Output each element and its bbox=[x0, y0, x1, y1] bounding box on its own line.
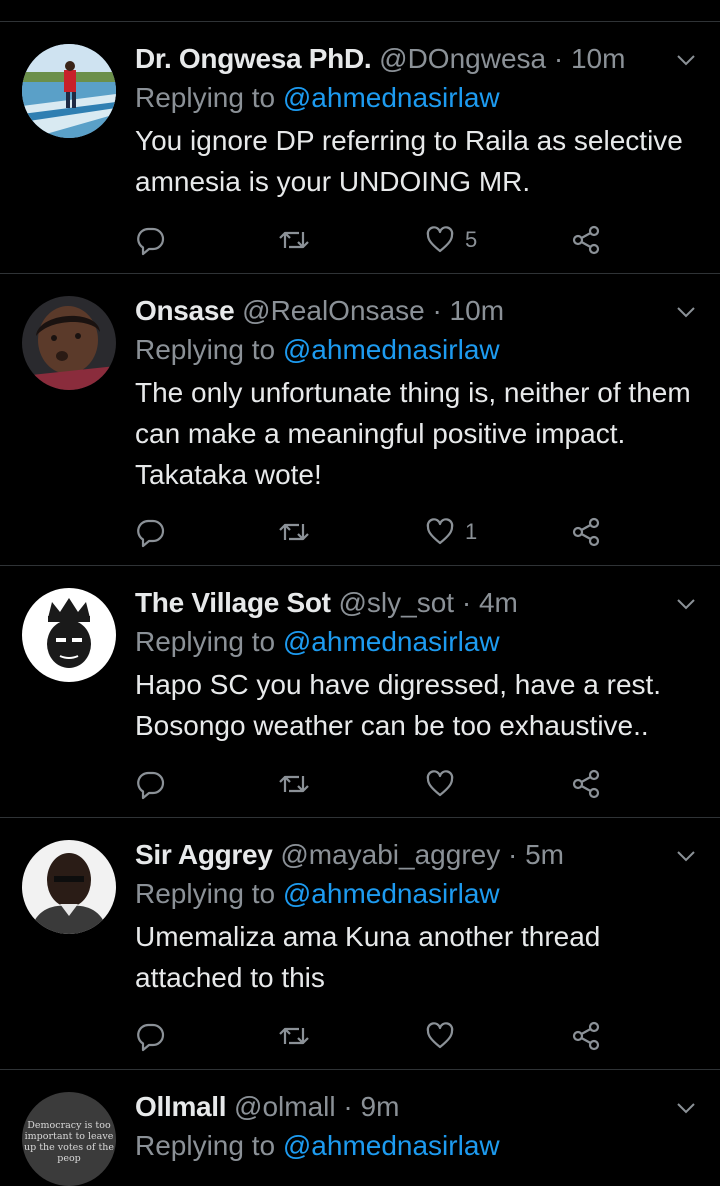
share-button[interactable] bbox=[570, 1018, 602, 1054]
reply-icon bbox=[135, 768, 167, 800]
reply-icon bbox=[135, 516, 167, 548]
avatar-quote-text: Democracy is too important to leave up t… bbox=[23, 1120, 115, 1164]
timestamp[interactable]: · 10m bbox=[554, 43, 626, 74]
chevron-down-icon[interactable] bbox=[674, 844, 698, 868]
reply-mention-link[interactable]: @ahmednasirlaw bbox=[283, 1130, 500, 1161]
like-icon bbox=[425, 225, 455, 255]
tweet-text: You ignore DP referring to Raila as sele… bbox=[135, 125, 683, 197]
reply-icon bbox=[135, 1020, 167, 1052]
tweet-text: The only unfortunate thing is, neither o… bbox=[135, 377, 691, 490]
reply-mention-link[interactable]: @ahmednasirlaw bbox=[283, 626, 500, 657]
chevron-down-icon[interactable] bbox=[674, 592, 698, 616]
share-icon bbox=[570, 224, 602, 256]
retweet-button[interactable] bbox=[277, 766, 311, 802]
retweet-button[interactable] bbox=[277, 1018, 311, 1054]
replying-to-label: Replying to bbox=[135, 878, 276, 909]
reply-icon bbox=[135, 224, 167, 256]
retweet-icon bbox=[277, 1020, 311, 1052]
share-button[interactable] bbox=[570, 514, 602, 550]
retweet-icon bbox=[277, 768, 311, 800]
tweet-5[interactable]: Democracy is too important to leave up t… bbox=[0, 1070, 720, 1186]
author-name[interactable]: Onsase bbox=[135, 295, 235, 326]
chevron-down-icon[interactable] bbox=[674, 300, 698, 324]
like-button[interactable]: 1 bbox=[425, 514, 477, 550]
retweet-icon bbox=[277, 224, 311, 256]
like-button[interactable]: 5 bbox=[425, 222, 477, 258]
tweet-text: Umemaliza ama Kuna another thread attach… bbox=[135, 921, 601, 993]
like-count: 1 bbox=[465, 519, 478, 544]
reply-mention-link[interactable]: @ahmednasirlaw bbox=[283, 878, 500, 909]
like-icon bbox=[425, 1021, 455, 1051]
tweet-text: Hapo SC you have digressed, have a rest.… bbox=[135, 669, 662, 741]
share-icon bbox=[570, 768, 602, 800]
author-handle[interactable]: @mayabi_aggrey bbox=[280, 839, 500, 870]
like-button[interactable] bbox=[425, 766, 455, 802]
like-count: 5 bbox=[465, 227, 478, 252]
reply-button[interactable] bbox=[135, 222, 167, 258]
author-name[interactable]: The Village Sot bbox=[135, 587, 331, 618]
replying-to-label: Replying to bbox=[135, 626, 276, 657]
avatar[interactable] bbox=[22, 840, 116, 934]
share-button[interactable] bbox=[570, 766, 602, 802]
share-icon bbox=[570, 516, 602, 548]
avatar[interactable]: Democracy is too important to leave up t… bbox=[22, 1092, 116, 1186]
like-icon bbox=[425, 769, 455, 799]
retweet-button[interactable] bbox=[277, 222, 311, 258]
timestamp[interactable]: · 9m bbox=[343, 1091, 399, 1122]
author-name[interactable]: Ollmall bbox=[135, 1091, 227, 1122]
chevron-down-icon[interactable] bbox=[674, 48, 698, 72]
replying-to-label: Replying to bbox=[135, 1130, 276, 1161]
tweet-2[interactable]: Onsase @RealOnsase · 10m Replying to @ah… bbox=[0, 274, 720, 566]
like-icon bbox=[425, 517, 455, 547]
timestamp[interactable]: · 10m bbox=[432, 295, 504, 326]
tweet-4[interactable]: Sir Aggrey @mayabi_aggrey · 5m Replying … bbox=[0, 818, 720, 1070]
reply-button[interactable] bbox=[135, 514, 167, 550]
author-handle[interactable]: @RealOnsase bbox=[242, 295, 425, 326]
author-handle[interactable]: @olmall bbox=[234, 1091, 336, 1122]
reply-mention-link[interactable]: @ahmednasirlaw bbox=[283, 334, 500, 365]
like-button[interactable] bbox=[425, 1018, 455, 1054]
author-handle[interactable]: @sly_sot bbox=[338, 587, 454, 618]
chevron-down-icon[interactable] bbox=[674, 1096, 698, 1120]
reply-button[interactable] bbox=[135, 766, 167, 802]
avatar[interactable] bbox=[22, 588, 116, 682]
author-name[interactable]: Dr. Ongwesa PhD. bbox=[135, 43, 372, 74]
reply-button[interactable] bbox=[135, 1018, 167, 1054]
reply-mention-link[interactable]: @ahmednasirlaw bbox=[283, 82, 500, 113]
author-handle[interactable]: @DOngwesa bbox=[379, 43, 546, 74]
avatar[interactable] bbox=[22, 296, 116, 390]
retweet-button[interactable] bbox=[277, 514, 311, 550]
retweet-icon bbox=[277, 516, 311, 548]
share-button[interactable] bbox=[570, 222, 602, 258]
timestamp[interactable]: · 4m bbox=[462, 587, 518, 618]
author-name[interactable]: Sir Aggrey bbox=[135, 839, 273, 870]
tweet-3[interactable]: The Village Sot @sly_sot · 4m Replying t… bbox=[0, 566, 720, 818]
timestamp[interactable]: · 5m bbox=[508, 839, 564, 870]
replying-to-label: Replying to bbox=[135, 82, 276, 113]
avatar[interactable] bbox=[22, 44, 116, 138]
share-icon bbox=[570, 1020, 602, 1052]
replying-to-label: Replying to bbox=[135, 334, 276, 365]
tweet-1[interactable]: Dr. Ongwesa PhD. @DOngwesa · 10m Replyin… bbox=[0, 22, 720, 274]
